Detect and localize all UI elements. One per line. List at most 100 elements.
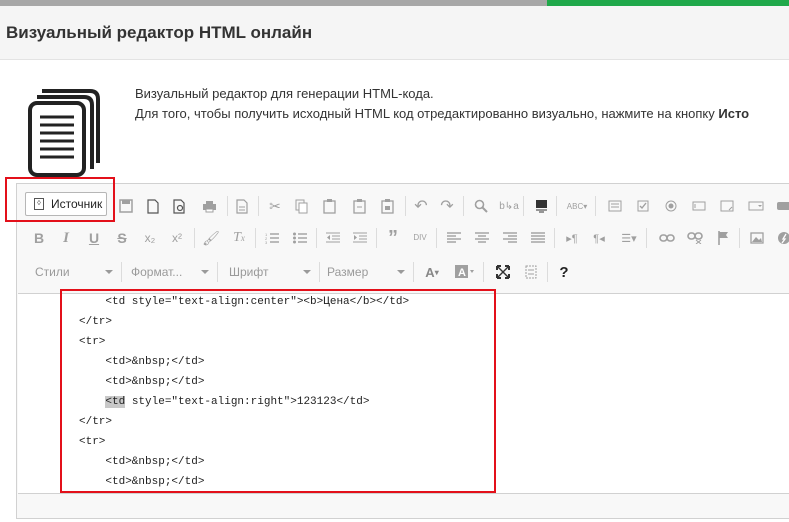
paste-word-icon[interactable] [378,195,396,217]
remove-format-icon[interactable]: Tx [230,227,248,249]
intro-line-2: Для того, чтобы получить исходный HTML к… [135,104,749,124]
align-right-icon[interactable] [501,227,519,249]
toolbar-separator [554,228,555,248]
decrease-indent-icon[interactable] [324,227,342,249]
undo-icon[interactable]: ↶ [412,195,430,217]
form-icon[interactable] [606,195,624,217]
cut-icon[interactable]: ✂ [266,195,284,217]
chevron-down-icon [303,270,311,274]
rtl-icon[interactable]: ¶◂ [590,227,608,249]
bg-color-icon[interactable]: A [453,261,477,283]
toolbar-separator [316,228,317,248]
underline-icon[interactable]: U [86,227,102,249]
superscript-icon[interactable]: x² [168,227,186,249]
code-line: <td style="text-align:right">123123</td> [79,396,369,408]
code-line: <td>&nbsp;</td> [79,376,205,388]
font-dropdown-label: Шрифт [229,265,269,279]
italic-icon[interactable]: I [58,227,74,249]
format-dropdown-label: Формат... [131,265,183,279]
paste-text-icon[interactable] [350,195,368,217]
align-left-icon[interactable] [445,227,463,249]
toolbar-separator [217,262,218,282]
find-icon[interactable] [472,195,490,217]
textarea-icon[interactable] [718,195,736,217]
toolbar-separator [547,262,548,282]
textfield-icon[interactable] [690,195,708,217]
unlink-icon[interactable] [686,227,704,249]
language-icon[interactable]: ☰▾ [618,227,640,249]
toolbar-separator [319,262,320,282]
redo-icon[interactable]: ↷ [438,195,456,217]
styles-dropdown[interactable]: Стили [31,261,117,283]
paste-icon[interactable] [320,195,338,217]
increase-indent-icon[interactable] [351,227,369,249]
blockquote-icon[interactable]: ” [384,227,402,249]
checkbox-icon[interactable] [634,195,652,217]
subscript-icon[interactable]: x₂ [141,227,159,249]
div-icon[interactable]: DIV [411,227,429,249]
code-line-rest: style="text-align:right">123123</td> [125,396,370,408]
anchor-icon[interactable] [714,227,732,249]
radio-icon[interactable] [662,195,680,217]
toolbar-separator [405,196,406,216]
toolbar-separator [463,196,464,216]
source-button[interactable]: ◊ Источник [25,192,107,216]
button-field-icon[interactable] [774,195,789,217]
source-code-area[interactable]: <td style="text-align:center"><b>Цена</b… [18,293,789,494]
save-icon[interactable] [117,195,135,217]
maximize-icon[interactable] [494,261,512,283]
align-center-icon[interactable] [473,227,491,249]
code-line: <tr> [79,436,106,448]
size-dropdown[interactable]: Размер [323,261,409,283]
toolbar-separator [227,196,228,216]
toolbar-separator [483,262,484,282]
document-icon [28,89,100,177]
code-line: </tr> [79,316,113,328]
toolbar-separator [194,228,195,248]
intro-line-2-bold: Исто [718,106,750,121]
chevron-down-icon [201,270,209,274]
svg-text:A: A [458,267,466,279]
show-blocks-icon[interactable] [522,261,540,283]
link-icon[interactable] [658,227,676,249]
numbered-list-icon[interactable]: 123 [263,227,281,249]
toolbar-separator [523,196,524,216]
toolbar-separator [739,228,740,248]
toolbar-separator [595,196,596,216]
font-dropdown[interactable]: Шрифт [225,261,315,283]
spellcheck-icon[interactable]: ABC▾ [566,195,588,217]
new-page-icon[interactable] [144,195,162,217]
replace-icon[interactable]: b↳a [499,195,519,217]
selected-token: <td [105,396,126,408]
toolbar-separator [121,262,122,282]
code-line: <td style="text-align:center"><b>Цена</b… [79,296,410,308]
preview-icon[interactable] [171,195,189,217]
image-icon[interactable] [748,227,766,249]
justify-icon[interactable] [529,227,547,249]
source-icon: ◊ [34,198,44,210]
strikethrough-icon[interactable]: S [114,227,130,249]
bulleted-list-icon[interactable] [291,227,309,249]
print-icon[interactable] [200,195,218,217]
text-color-icon[interactable]: A ▾ [420,261,444,283]
select-field-icon[interactable] [746,195,766,217]
toolbar-separator [376,228,377,248]
size-dropdown-label: Размер [327,265,369,279]
select-all-icon[interactable] [532,195,550,217]
bold-icon[interactable]: B [31,227,47,249]
copy-icon[interactable] [292,195,310,217]
html-editor: ◊ Источник ✂ ↶ ↷ b↳a ABC▾ B I U S x₂ x² … [16,183,789,519]
intro-text: Визуальный редактор для генерации HTML-к… [135,84,749,124]
format-dropdown[interactable]: Формат... [127,261,213,283]
help-icon[interactable]: ? [555,261,573,283]
copy-format-icon[interactable]: 🖌 [202,227,220,249]
code-line: <tr> [79,336,106,348]
ltr-icon[interactable]: ▸¶ [563,227,581,249]
templates-icon[interactable] [233,195,251,217]
code-line: <td>&nbsp;</td> [79,476,205,488]
toolbar-separator [413,262,414,282]
page-title: Визуальный редактор HTML онлайн [6,23,313,42]
toolbar-separator [258,196,259,216]
toolbar-separator [556,196,557,216]
flash-icon[interactable] [775,227,789,249]
